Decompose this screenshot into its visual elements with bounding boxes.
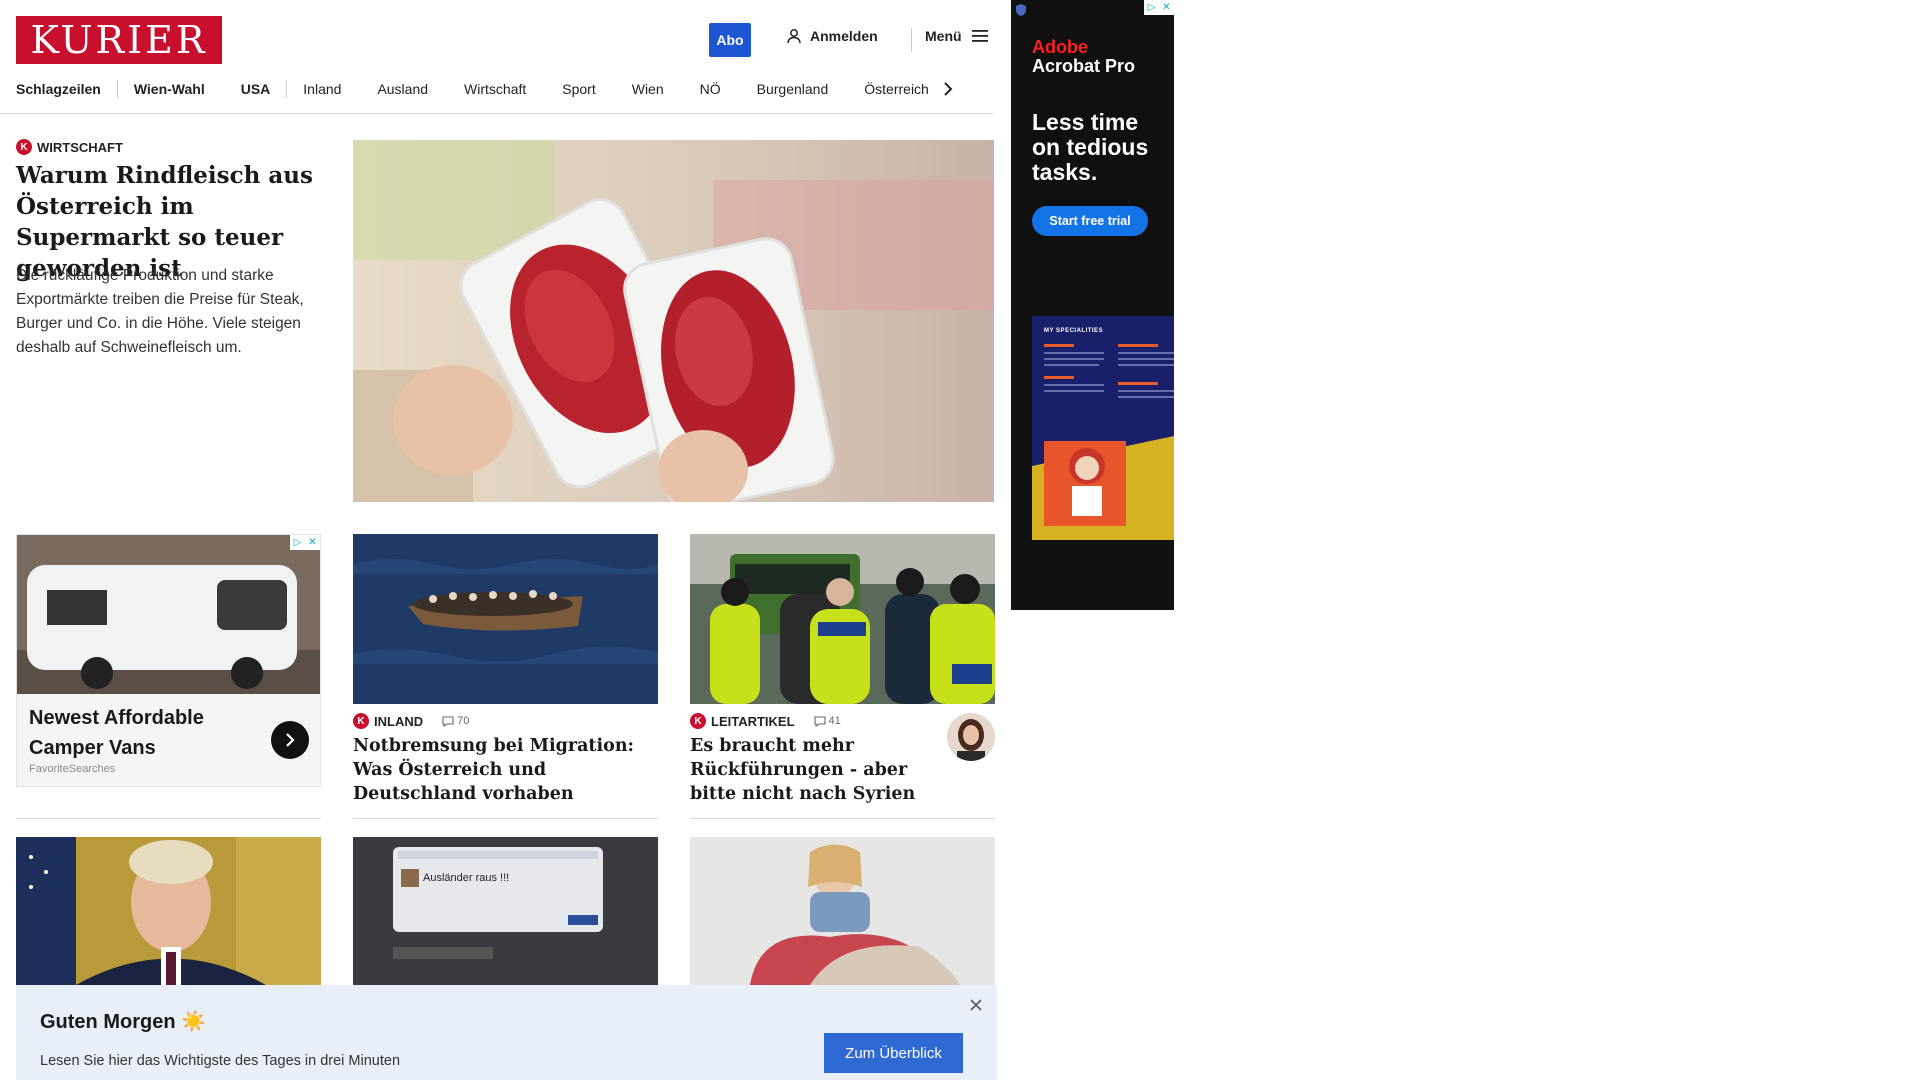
nav-separator xyxy=(286,80,288,98)
adobe-side-ad[interactable]: ▷ ✕ Adobe Acrobat Pro Less time on tedio… xyxy=(1011,0,1174,610)
ad-source: FavoriteSearches xyxy=(29,763,116,775)
kurier-logo[interactable]: KURIER xyxy=(16,16,222,64)
nav-item-noe[interactable]: NÖ xyxy=(700,81,721,97)
comment-count-value: 41 xyxy=(828,715,841,727)
ad-choices[interactable]: ▷ ✕ xyxy=(290,535,320,550)
lead-image-meat[interactable] xyxy=(353,140,994,502)
lead-summary: Die rückläufige Produktion und starke Ex… xyxy=(16,267,304,356)
login-button[interactable]: Anmelden xyxy=(786,28,878,44)
sponsored-ad-card[interactable]: ▷ ✕ Newest Affordable Camper Vans Favori… xyxy=(16,534,321,787)
nav-item-oesterreich[interactable]: Österreich xyxy=(864,81,929,97)
morning-briefing-banner: Guten Morgen ☀️ Lesen Sie hier das Wicht… xyxy=(16,985,997,1080)
nav-item-burgenland[interactable]: Burgenland xyxy=(757,81,829,97)
teaser-headline[interactable]: Notbremsung bei Migration: Was Österreic… xyxy=(353,734,658,806)
comment-count-value: 70 xyxy=(457,715,470,727)
nav-separator xyxy=(116,80,118,98)
nav-item-ausland[interactable]: Ausland xyxy=(377,81,428,97)
nav-item-sport[interactable]: Sport xyxy=(562,81,595,97)
ad-close-icon[interactable]: ✕ xyxy=(305,535,320,550)
header-divider-line xyxy=(0,113,994,114)
banner-close-button[interactable] xyxy=(966,995,986,1015)
teaser-image-police[interactable] xyxy=(690,534,995,704)
chevron-right-icon xyxy=(286,733,295,747)
menu-label: Menü xyxy=(925,28,962,44)
chevron-right-icon[interactable] xyxy=(943,81,953,97)
ad-brand-adobe: Adobe xyxy=(1032,37,1088,57)
ad-close-icon[interactable]: ✕ xyxy=(1159,0,1174,15)
ad-badge-icon xyxy=(1016,4,1026,16)
overview-button[interactable]: Zum Überblick xyxy=(824,1033,963,1073)
banner-title: Guten Morgen ☀️ xyxy=(40,1011,207,1033)
teaser-category: INLAND xyxy=(374,713,424,729)
hamburger-icon xyxy=(971,30,988,42)
ad-headline: Less time on tedious tasks. xyxy=(1032,109,1149,185)
ad-choices-icon[interactable]: ▷ xyxy=(290,535,305,550)
start-free-trial-button[interactable]: Start free trial xyxy=(1032,206,1148,236)
ad-arrow-button[interactable] xyxy=(271,721,309,759)
nav-item-schlagzeilen[interactable]: Schlagzeilen xyxy=(16,81,101,97)
ad-title[interactable]: Newest Affordable Camper Vans xyxy=(29,703,249,763)
teaser-headline[interactable]: Es braucht mehr Rückführungen - aber bit… xyxy=(690,734,940,806)
row-divider xyxy=(353,818,658,819)
teaser-category: LEITARTIKEL xyxy=(711,713,795,729)
kurier-k-icon: K xyxy=(16,139,32,155)
nav-item-usa[interactable]: USA xyxy=(241,81,271,97)
nav-item-wien-wahl[interactable]: Wien-Wahl xyxy=(134,81,205,97)
row-divider xyxy=(690,818,995,819)
login-label: Anmelden xyxy=(810,28,878,44)
comment-count[interactable]: 41 xyxy=(813,715,841,727)
ad-image-camper-van[interactable]: ▷ ✕ xyxy=(17,535,320,694)
kurier-k-icon: K xyxy=(690,713,706,729)
row-divider xyxy=(16,818,321,819)
kurier-k-icon: K xyxy=(353,713,369,729)
post-text: Ausländer raus !!! xyxy=(423,872,509,884)
lead-category-label: WIRTSCHAFT xyxy=(37,139,123,155)
teaser-image-trump[interactable] xyxy=(16,837,321,985)
user-icon xyxy=(787,29,801,44)
section-nav: Schlagzeilen Wien-Wahl USA Inland Auslan… xyxy=(16,78,996,100)
close-icon xyxy=(970,999,982,1011)
nav-item-wirtschaft[interactable]: Wirtschaft xyxy=(464,81,526,97)
author-avatar[interactable] xyxy=(947,713,995,761)
banner-text: Lesen Sie hier das Wichtigste des Tages … xyxy=(40,1053,401,1069)
menu-button[interactable]: Menü xyxy=(925,28,988,44)
ad-choices[interactable]: ▷ ✕ xyxy=(1144,0,1174,15)
ad-choices-icon[interactable]: ▷ xyxy=(1144,0,1159,15)
comment-icon xyxy=(813,715,826,727)
logo-text: KURIER xyxy=(30,18,208,62)
nav-item-inland[interactable]: Inland xyxy=(303,81,341,97)
ad-promo-image: MY SPECIALITIES xyxy=(1032,316,1174,540)
comment-count[interactable]: 70 xyxy=(442,715,469,727)
teaser-meta-inland: K INLAND 70 xyxy=(353,713,469,729)
header-divider xyxy=(911,28,912,52)
teaser-image-migration-boat[interactable] xyxy=(353,534,658,704)
ad-brand-product: Acrobat Pro xyxy=(1032,56,1136,76)
teaser-image-woman-clothes[interactable] xyxy=(690,837,995,985)
comment-icon xyxy=(442,715,454,727)
abo-button[interactable]: Abo xyxy=(709,23,751,57)
teaser-meta-leitartikel: K LEITARTIKEL 41 xyxy=(690,713,841,729)
nav-item-wien[interactable]: Wien xyxy=(632,81,664,97)
lead-category: K WIRTSCHAFT xyxy=(16,139,123,155)
teaser-image-social-post[interactable]: Ausländer raus !!! xyxy=(353,837,658,985)
